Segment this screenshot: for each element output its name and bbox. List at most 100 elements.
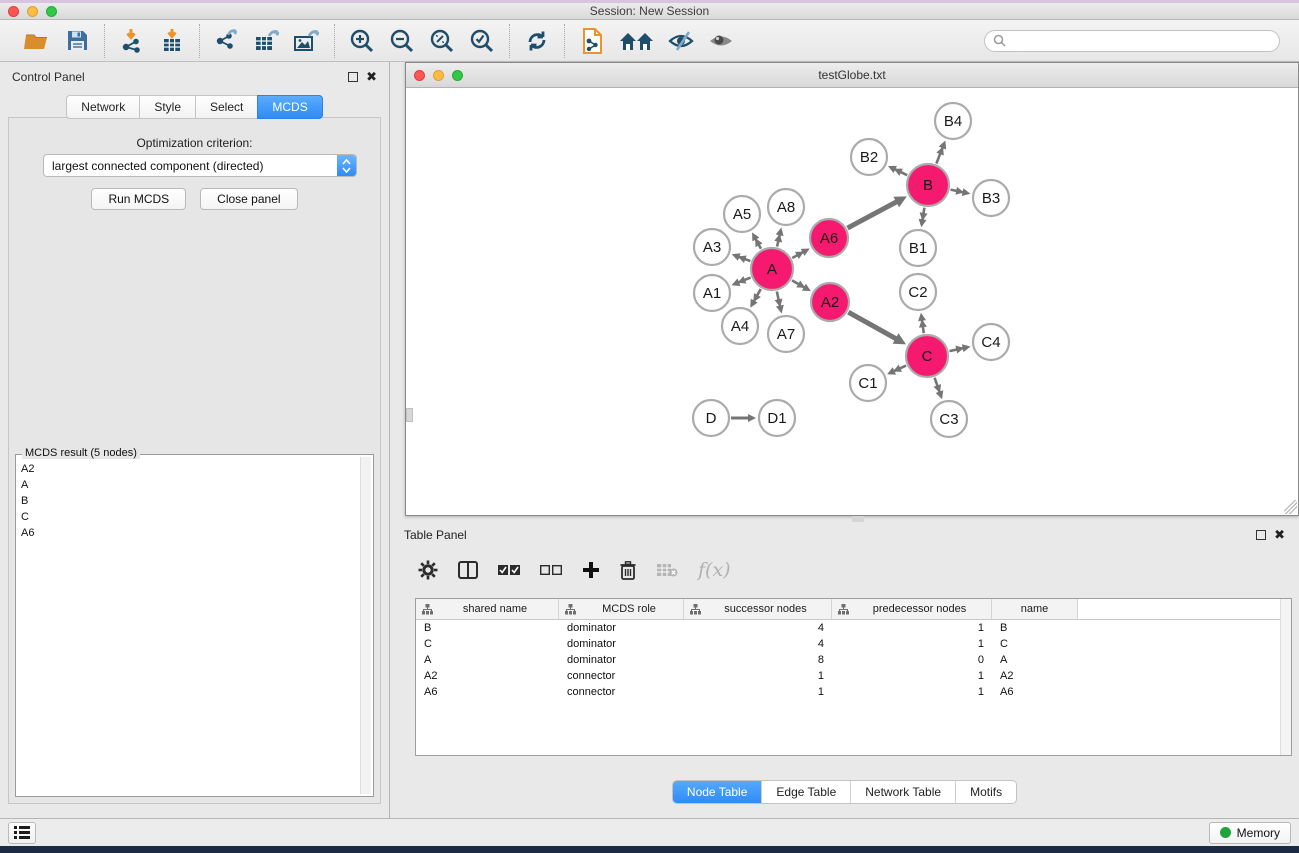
- memory-button[interactable]: Memory: [1209, 822, 1291, 844]
- export-table-button[interactable]: [250, 23, 284, 59]
- search-input[interactable]: [1011, 34, 1271, 48]
- table-settings-button[interactable]: [418, 560, 438, 580]
- column-visibility-button[interactable]: [458, 561, 478, 579]
- graph-node-A1[interactable]: A1: [694, 275, 730, 311]
- cell-name: A: [992, 654, 1078, 666]
- cell-successor-nodes: 1: [684, 686, 832, 698]
- float-table-panel-icon[interactable]: [1256, 530, 1266, 540]
- node-table[interactable]: shared name MCDS rolesuccessor nodesprede…: [415, 598, 1292, 756]
- criterion-dropdown[interactable]: largest connected component (directed): [43, 154, 357, 177]
- graph-node-A2[interactable]: A2: [811, 283, 849, 321]
- table-row[interactable]: Bdominator41B: [416, 620, 1291, 636]
- home-overview-button[interactable]: [615, 23, 659, 59]
- network-graph[interactable]: A A2 A6 B C A1 A3 A4 A5 A7 A8 B1 B2 B3 B4 C1 C2 C3 C4 D D1: [406, 89, 1298, 515]
- search-field[interactable]: [984, 30, 1280, 52]
- result-item[interactable]: A: [18, 477, 359, 493]
- graph-node-D[interactable]: D: [693, 400, 729, 436]
- table-scrollbar[interactable]: [1280, 599, 1291, 755]
- table-row[interactable]: A2connector11A2: [416, 668, 1291, 684]
- float-panel-icon[interactable]: [348, 72, 358, 82]
- result-item[interactable]: A2: [18, 461, 359, 477]
- mcds-result-list[interactable]: A2ABCA6: [18, 457, 359, 794]
- mcds-tab-content: Optimization criterion: largest connecte…: [8, 117, 381, 804]
- graph-node-A6[interactable]: A6: [810, 219, 848, 257]
- result-scrollbar[interactable]: [360, 457, 371, 794]
- graph-node-C3[interactable]: C3: [931, 401, 967, 437]
- select-all-button[interactable]: [498, 564, 520, 576]
- deselect-all-button[interactable]: [540, 564, 562, 576]
- tab-network-table[interactable]: Network Table: [851, 781, 956, 803]
- tab-edge-table[interactable]: Edge Table: [762, 781, 851, 803]
- zoom-in-button[interactable]: [345, 23, 379, 59]
- result-item[interactable]: C: [18, 509, 359, 525]
- close-table-panel-icon[interactable]: ✖: [1274, 530, 1285, 540]
- column-header-successor-nodes[interactable]: successor nodes: [684, 599, 832, 619]
- result-item[interactable]: B: [18, 493, 359, 509]
- column-header-name[interactable]: name: [992, 599, 1078, 619]
- column-label: shared name: [438, 603, 552, 615]
- graph-node-C4[interactable]: C4: [973, 324, 1009, 360]
- graph-node-A3[interactable]: A3: [694, 229, 730, 265]
- graph-edge-A2-C[interactable]: [848, 312, 898, 340]
- show-panels-list-button[interactable]: [8, 822, 36, 844]
- zoom-fit-button[interactable]: [425, 23, 459, 59]
- function-builder-button-disabled[interactable]: f(x): [698, 559, 731, 581]
- hide-selected-button[interactable]: [665, 23, 699, 59]
- graph-edge-A6-B[interactable]: [848, 200, 900, 228]
- table-row[interactable]: Cdominator41C: [416, 636, 1291, 652]
- window-resize-grip[interactable]: [1283, 500, 1297, 514]
- apply-layout-button[interactable]: [520, 23, 554, 59]
- unchecked-boxes-icon: [540, 564, 562, 576]
- plus-icon: [582, 561, 600, 579]
- table-row[interactable]: Adominator80A: [416, 652, 1291, 668]
- table-row[interactable]: A6connector11A6: [416, 684, 1291, 700]
- export-image-button[interactable]: [290, 23, 324, 59]
- graph-node-C2[interactable]: C2: [900, 274, 936, 310]
- graph-node-D1[interactable]: D1: [759, 400, 795, 436]
- graph-node-C1[interactable]: C1: [850, 365, 886, 401]
- tab-mcds[interactable]: MCDS: [257, 95, 322, 119]
- network-document-button[interactable]: [575, 23, 609, 59]
- graph-node-A[interactable]: A: [751, 248, 793, 290]
- graph-node-A5[interactable]: A5: [724, 196, 760, 232]
- tab-network[interactable]: Network: [66, 95, 139, 119]
- show-all-button[interactable]: [705, 23, 739, 59]
- graph-node-A7[interactable]: A7: [768, 316, 804, 352]
- node-label: C: [922, 348, 933, 365]
- zoom-fit-icon: [429, 28, 455, 54]
- zoom-out-button[interactable]: [385, 23, 419, 59]
- delete-table-button-disabled[interactable]: [656, 563, 678, 577]
- delete-column-button[interactable]: [620, 561, 636, 580]
- network-canvas[interactable]: A A2 A6 B C A1 A3 A4 A5 A7 A8 B1 B2 B3 B4 C1 C2 C3 C4 D D1: [406, 89, 1298, 515]
- graph-node-B3[interactable]: B3: [973, 180, 1009, 216]
- graph-node-B2[interactable]: B2: [851, 139, 887, 175]
- graph-node-A8[interactable]: A8: [768, 189, 804, 225]
- graph-node-B[interactable]: B: [907, 164, 949, 206]
- import-table-button[interactable]: [155, 23, 189, 59]
- column-header-predecessor-nodes[interactable]: predecessor nodes: [832, 599, 992, 619]
- optimization-criterion-label: Optimization criterion:: [9, 136, 380, 150]
- tab-style[interactable]: Style: [139, 95, 195, 119]
- open-session-button[interactable]: [20, 23, 54, 59]
- graph-node-B4[interactable]: B4: [935, 103, 971, 139]
- close-panel-icon[interactable]: ✖: [366, 72, 377, 82]
- close-panel-button[interactable]: Close panel: [200, 188, 297, 210]
- save-session-button[interactable]: [60, 23, 94, 59]
- tab-node-table[interactable]: Node Table: [673, 781, 763, 803]
- result-item[interactable]: A6: [18, 525, 359, 541]
- network-vscroll-thumb[interactable]: [406, 408, 413, 422]
- column-header-shared-name[interactable]: shared name: [416, 599, 559, 619]
- graph-node-B1[interactable]: B1: [900, 230, 936, 266]
- export-network-button[interactable]: [210, 23, 244, 59]
- add-column-button[interactable]: [582, 561, 600, 579]
- graph-node-C[interactable]: C: [906, 335, 948, 377]
- control-panel: Control Panel ✖ NetworkStyleSelectMCDS O…: [0, 62, 390, 818]
- tab-select[interactable]: Select: [195, 95, 257, 119]
- tab-motifs[interactable]: Motifs: [956, 781, 1016, 803]
- zoom-selected-button[interactable]: [465, 23, 499, 59]
- graph-node-A4[interactable]: A4: [722, 308, 758, 344]
- column-header-MCDS-role[interactable]: MCDS role: [559, 599, 684, 619]
- node-label: B1: [909, 240, 927, 257]
- import-network-button[interactable]: [115, 23, 149, 59]
- run-mcds-button[interactable]: Run MCDS: [91, 188, 186, 210]
